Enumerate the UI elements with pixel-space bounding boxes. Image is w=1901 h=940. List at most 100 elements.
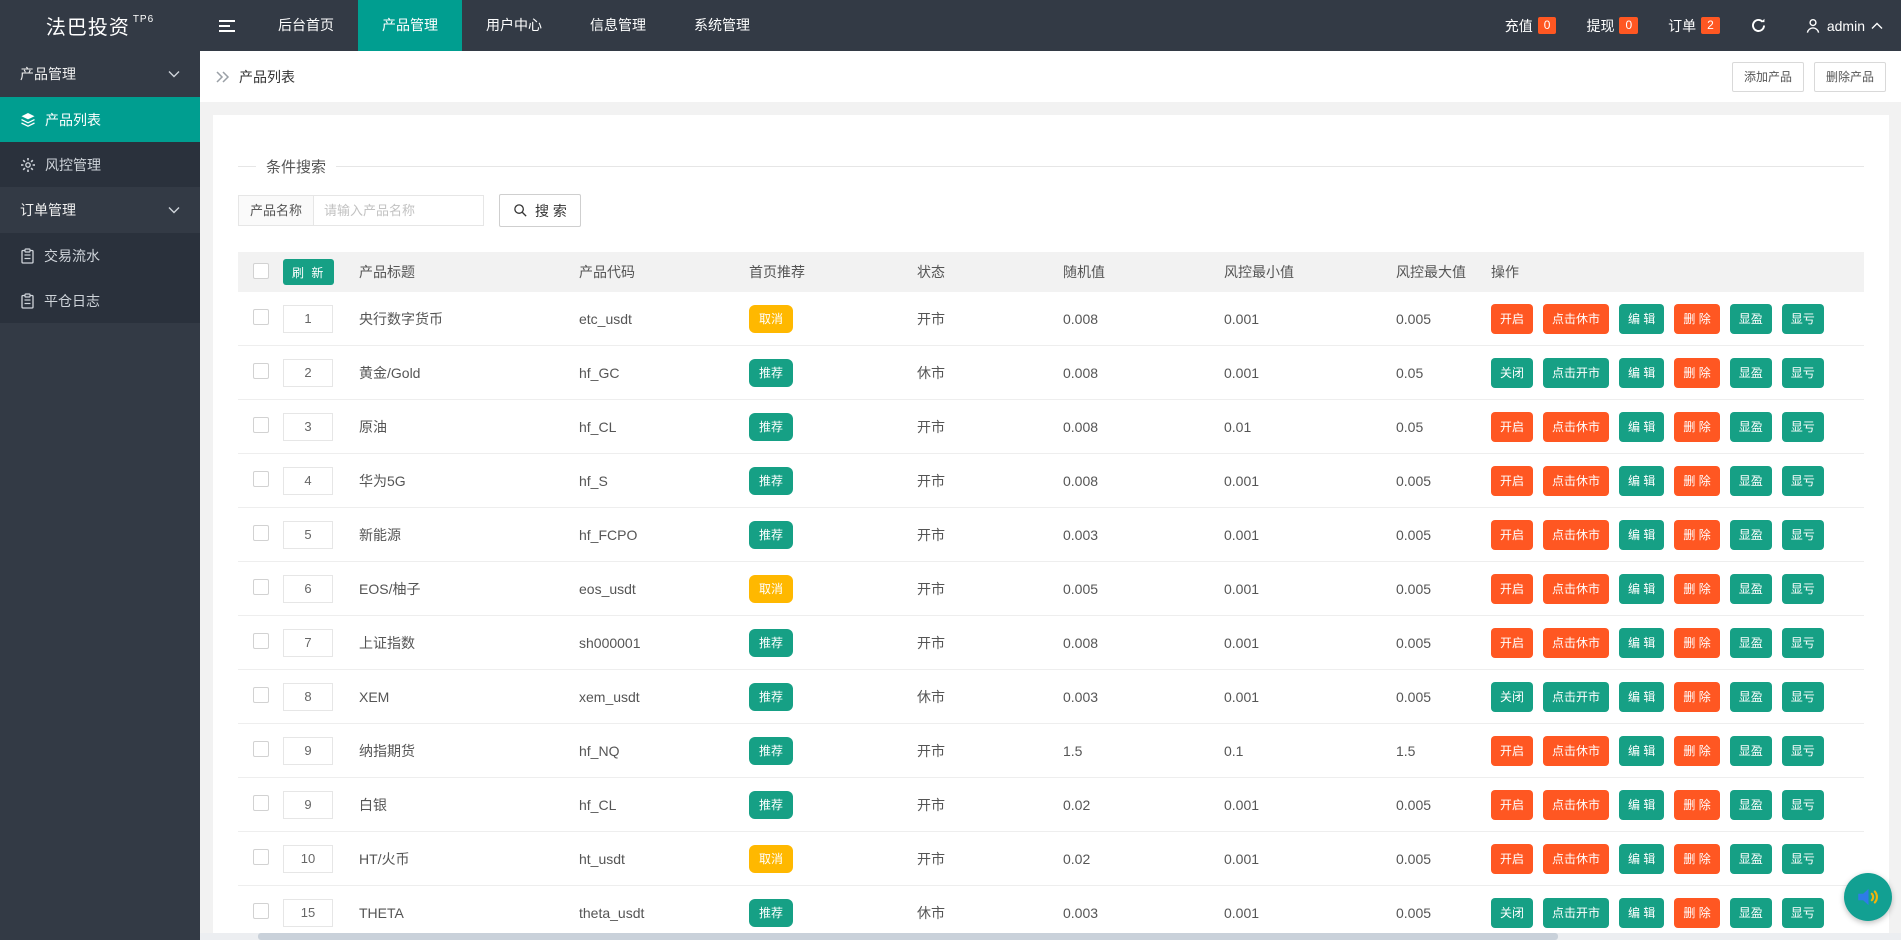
sort-number-input[interactable]: 8 [283,682,333,711]
recommend-toggle-badge[interactable]: 推荐 [749,898,794,927]
row-checkbox[interactable] [253,687,269,703]
show-profit-button[interactable]: 显盈 [1729,843,1772,874]
toggle-open-button[interactable]: 开启 [1491,411,1534,442]
toggle-open-button[interactable]: 开启 [1491,573,1534,604]
delete-button[interactable]: 删 除 [1674,465,1720,496]
show-loss-button[interactable]: 显亏 [1781,627,1824,658]
sort-number-input[interactable]: 1 [283,304,333,333]
sort-number-input[interactable]: 5 [283,520,333,549]
toggle-open-button[interactable]: 关闭 [1491,681,1534,712]
recommend-toggle-badge[interactable]: 推荐 [749,520,794,549]
show-loss-button[interactable]: 显亏 [1781,303,1824,334]
row-checkbox[interactable] [253,633,269,649]
delete-button[interactable]: 删 除 [1674,789,1720,820]
show-loss-button[interactable]: 显亏 [1781,573,1824,604]
recommend-toggle-badge[interactable]: 推荐 [749,358,794,387]
show-loss-button[interactable]: 显亏 [1781,411,1824,442]
edit-button[interactable]: 编 辑 [1619,735,1665,766]
recommend-toggle-badge[interactable]: 推荐 [749,790,794,819]
toggle-open-button[interactable]: 开启 [1491,519,1534,550]
delete-button[interactable]: 删 除 [1674,357,1720,388]
show-profit-button[interactable]: 显盈 [1729,303,1772,334]
row-checkbox[interactable] [253,363,269,379]
show-loss-button[interactable]: 显亏 [1781,843,1824,874]
refresh-icon[interactable] [1750,17,1767,34]
menu-collapse-icon[interactable] [200,0,254,51]
show-profit-button[interactable]: 显盈 [1729,357,1772,388]
row-checkbox[interactable] [253,579,269,595]
nav-item-home[interactable]: 后台首页 [254,0,358,51]
sort-number-input[interactable]: 3 [283,412,333,441]
toggle-open-button[interactable]: 开启 [1491,843,1534,874]
sort-number-input[interactable]: 7 [283,628,333,657]
sidebar-item-risk-control[interactable]: 风控管理 [0,142,200,187]
sidebar-item-trade-flow[interactable]: 交易流水 [0,233,200,278]
edit-button[interactable]: 编 辑 [1619,465,1665,496]
edit-button[interactable]: 编 辑 [1619,357,1665,388]
row-checkbox[interactable] [253,417,269,433]
toggle-open-button[interactable]: 开启 [1491,303,1534,334]
sort-number-input[interactable]: 15 [283,898,333,927]
nav-item-products[interactable]: 产品管理 [358,0,462,51]
toggle-market-button[interactable]: 点击休市 [1543,519,1610,550]
delete-button[interactable]: 删 除 [1674,681,1720,712]
delete-button[interactable]: 删 除 [1674,411,1720,442]
edit-button[interactable]: 编 辑 [1619,789,1665,820]
delete-button[interactable]: 删 除 [1674,303,1720,334]
show-profit-button[interactable]: 显盈 [1729,465,1772,496]
delete-button[interactable]: 删 除 [1674,627,1720,658]
table-refresh-button[interactable]: 刷 新 [283,259,335,285]
row-checkbox[interactable] [253,471,269,487]
delete-button[interactable]: 删 除 [1674,573,1720,604]
user-menu[interactable]: admin [1805,18,1883,34]
show-profit-button[interactable]: 显盈 [1729,789,1772,820]
edit-button[interactable]: 编 辑 [1619,627,1665,658]
nav-item-users[interactable]: 用户中心 [462,0,566,51]
delete-button[interactable]: 删 除 [1674,519,1720,550]
toggle-open-button[interactable]: 关闭 [1491,357,1534,388]
edit-button[interactable]: 编 辑 [1619,573,1665,604]
nav-item-info[interactable]: 信息管理 [566,0,670,51]
sidebar-group-orders[interactable]: 订单管理 [0,187,200,233]
sidebar-group-products[interactable]: 产品管理 [0,51,200,97]
toggle-market-button[interactable]: 点击休市 [1543,843,1610,874]
show-loss-button[interactable]: 显亏 [1781,519,1824,550]
nav-item-system[interactable]: 系统管理 [670,0,774,51]
show-profit-button[interactable]: 显盈 [1729,627,1772,658]
recommend-toggle-badge[interactable]: 推荐 [749,628,794,657]
show-loss-button[interactable]: 显亏 [1781,681,1824,712]
delete-button[interactable]: 删 除 [1674,843,1720,874]
sort-number-input[interactable]: 2 [283,358,333,387]
show-loss-button[interactable]: 显亏 [1781,465,1824,496]
edit-button[interactable]: 编 辑 [1619,681,1665,712]
toggle-open-button[interactable]: 开启 [1491,789,1534,820]
row-checkbox[interactable] [253,849,269,865]
toggle-market-button[interactable]: 点击休市 [1543,411,1610,442]
sidebar-item-close-log[interactable]: 平仓日志 [0,278,200,323]
recommend-toggle-badge[interactable]: 推荐 [749,682,794,711]
sort-number-input[interactable]: 4 [283,466,333,495]
edit-button[interactable]: 编 辑 [1619,843,1665,874]
recommend-toggle-badge[interactable]: 推荐 [749,466,794,495]
row-checkbox[interactable] [253,903,269,919]
edit-button[interactable]: 编 辑 [1619,303,1665,334]
row-checkbox[interactable] [253,795,269,811]
product-name-input[interactable] [314,195,485,226]
row-checkbox[interactable] [253,741,269,757]
toggle-market-button[interactable]: 点击休市 [1543,627,1610,658]
toggle-market-button[interactable]: 点击开市 [1543,681,1610,712]
show-loss-button[interactable]: 显亏 [1781,789,1824,820]
search-button[interactable]: 搜 索 [499,194,581,227]
recommend-toggle-badge[interactable]: 推荐 [749,412,794,441]
toggle-market-button[interactable]: 点击休市 [1543,303,1610,334]
row-checkbox[interactable] [253,525,269,541]
add-product-button[interactable]: 添加产品 [1731,61,1804,92]
row-checkbox[interactable] [253,309,269,325]
toggle-market-button[interactable]: 点击休市 [1543,789,1610,820]
show-profit-button[interactable]: 显盈 [1729,735,1772,766]
show-profit-button[interactable]: 显盈 [1729,411,1772,442]
scrollbar-thumb[interactable] [258,933,1558,940]
sidebar-item-product-list[interactable]: 产品列表 [0,97,200,142]
show-profit-button[interactable]: 显盈 [1729,897,1772,928]
delete-product-button[interactable]: 删除产品 [1813,61,1886,92]
